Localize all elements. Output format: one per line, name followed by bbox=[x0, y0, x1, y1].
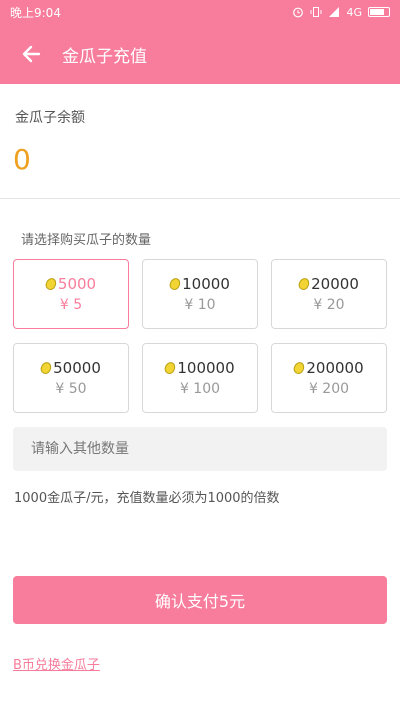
seed-icon bbox=[292, 360, 307, 376]
confirm-pay-button[interactable]: 确认支付5元 bbox=[13, 576, 387, 624]
status-bar: 晚上9:04 4G bbox=[0, 0, 400, 24]
package-price: ¥ 20 bbox=[313, 297, 345, 313]
exchange-bcoin-link[interactable]: B币兑换金瓜子 bbox=[13, 654, 100, 673]
package-section-label: 请选择购买瓜子的数量 bbox=[21, 233, 152, 248]
page-title: 金瓜子充值 bbox=[62, 46, 147, 67]
alarm-icon bbox=[293, 7, 304, 18]
seed-icon bbox=[39, 360, 54, 376]
package-option[interactable]: 10000 ¥ 10 bbox=[142, 259, 258, 329]
package-option[interactable]: 5000 ¥ 5 bbox=[13, 259, 129, 329]
signal-icon bbox=[329, 7, 340, 17]
package-amount: 5000 bbox=[57, 275, 97, 293]
package-option[interactable]: 200000 ¥ 200 bbox=[271, 343, 387, 413]
package-option[interactable]: 100000 ¥ 100 bbox=[142, 343, 258, 413]
seed-icon bbox=[43, 276, 58, 292]
package-price: ¥ 200 bbox=[308, 381, 350, 397]
package-price: ¥ 5 bbox=[59, 297, 83, 313]
battery-icon bbox=[368, 7, 390, 17]
status-time: 晚上9:04 bbox=[10, 5, 61, 20]
package-amount: 100000 bbox=[177, 359, 235, 377]
back-button[interactable] bbox=[0, 24, 62, 84]
vibrate-icon bbox=[310, 7, 322, 17]
balance-label: 金瓜子余额 bbox=[15, 110, 85, 126]
seed-icon bbox=[168, 276, 183, 292]
package-price: ¥ 100 bbox=[179, 381, 221, 397]
package-amount: 10000 bbox=[182, 275, 230, 293]
package-option[interactable]: 20000 ¥ 20 bbox=[271, 259, 387, 329]
balance-value: 0 bbox=[13, 143, 31, 176]
package-option[interactable]: 50000 ¥ 50 bbox=[13, 343, 129, 413]
seed-icon bbox=[297, 276, 312, 292]
package-grid: 5000 ¥ 5 10000 ¥ 10 20000 ¥ 20 50000 ¥ 5… bbox=[13, 259, 388, 413]
exchange-rate-note: 1000金瓜子/元，充值数量必须为1000的倍数 bbox=[14, 491, 280, 506]
network-type: 4G bbox=[346, 5, 362, 19]
app-bar: 金瓜子充值 bbox=[0, 24, 400, 84]
package-amount: 50000 bbox=[53, 359, 101, 377]
package-amount: 200000 bbox=[306, 359, 364, 377]
divider bbox=[0, 198, 400, 199]
package-price: ¥ 10 bbox=[184, 297, 216, 313]
seed-icon bbox=[163, 360, 178, 376]
custom-amount-input[interactable] bbox=[13, 427, 387, 471]
arrow-left-icon bbox=[22, 45, 41, 63]
package-amount: 20000 bbox=[311, 275, 359, 293]
status-icons: 4G bbox=[292, 6, 390, 19]
package-price: ¥ 50 bbox=[55, 381, 87, 397]
